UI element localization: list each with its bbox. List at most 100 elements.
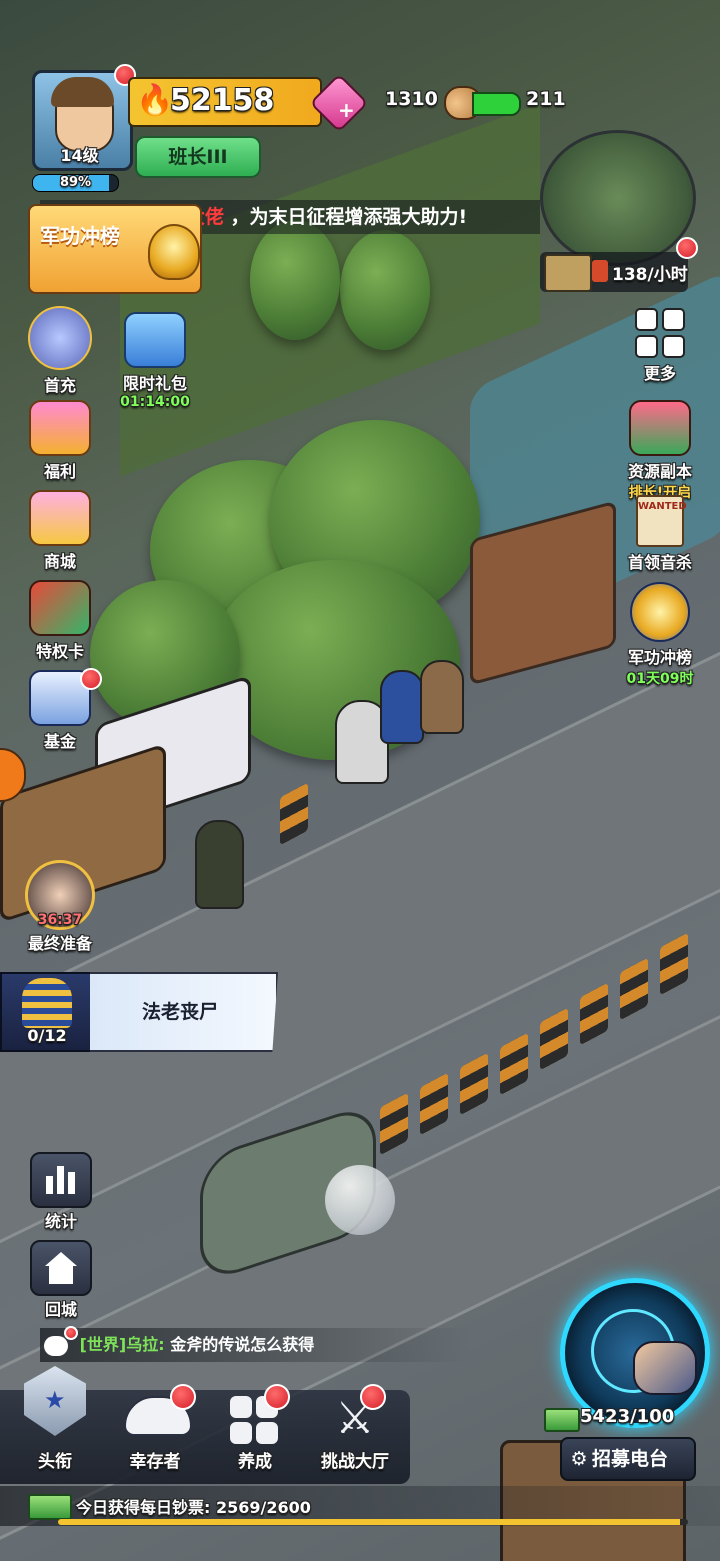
wood-bar xyxy=(472,92,521,116)
house-icon xyxy=(30,1240,92,1296)
notification-dot xyxy=(264,1384,290,1410)
gem-count: 1310 xyxy=(385,88,438,110)
return-city-button[interactable]: 回城 xyxy=(30,1240,92,1319)
shop-button[interactable]: 商城 xyxy=(20,490,100,572)
road-barrier xyxy=(420,1072,448,1136)
minimap[interactable] xyxy=(540,130,696,266)
daily-cash-label: 今日获得每日钞票: xyxy=(76,1498,211,1517)
zombie-character[interactable] xyxy=(195,820,244,909)
survivor-character[interactable] xyxy=(420,660,464,734)
stats-button[interactable]: 统计 xyxy=(30,1152,92,1231)
wood-count: 211 xyxy=(526,88,566,110)
nav-survivor-label: 幸存者 xyxy=(129,1452,181,1472)
chat-channel: [世界] xyxy=(79,1335,127,1354)
rank-badge[interactable]: 班长III xyxy=(135,136,261,178)
tree xyxy=(340,230,430,350)
card-icon xyxy=(29,580,91,636)
nav-develop-label: 养成 xyxy=(238,1452,272,1472)
barrel-icon xyxy=(592,260,608,282)
ranking-banner[interactable]: 军功冲榜 xyxy=(28,204,202,294)
daily-progress-track xyxy=(58,1519,688,1525)
road-barrier xyxy=(380,1092,408,1156)
more-button[interactable]: 更多 xyxy=(620,308,700,384)
daily-cash-text: 今日获得每日钞票: 2569/2600 xyxy=(76,1494,311,1518)
balloon-gift-icon xyxy=(29,400,91,456)
gift-pack-icon xyxy=(124,312,186,368)
grid-icon xyxy=(635,308,685,358)
ranking-label: 军功冲榜 xyxy=(627,648,692,667)
money-stack-icon xyxy=(28,1494,72,1520)
road-barrier xyxy=(660,932,688,996)
nav-challenge-label: 挑战大厅 xyxy=(321,1452,389,1472)
ranking-button[interactable]: 军功冲榜 01天09时 xyxy=(620,582,700,688)
daily-cash-value: 2569/2600 xyxy=(215,1498,311,1517)
player-level: 14级 xyxy=(60,146,99,165)
gem-plus-icon[interactable]: + xyxy=(338,98,355,122)
chat-bubble-icon xyxy=(44,1335,68,1356)
notification-dot xyxy=(170,1384,196,1410)
announcement-suffix: ，为末日征程增添强大助力! xyxy=(230,206,468,228)
notification-dot xyxy=(676,237,698,259)
first-charge-label: 首充 xyxy=(43,376,76,395)
boss-kill-button[interactable]: WANTED 首领音杀 xyxy=(620,495,700,573)
recruit-radio-label: 招募电台 xyxy=(592,1448,669,1470)
joystick-knob[interactable] xyxy=(325,1165,395,1235)
mech-icon xyxy=(28,306,92,370)
rank-title: 班长III xyxy=(168,146,228,168)
resource-dungeon-button[interactable]: 资源副本 排长!开启 xyxy=(620,400,700,502)
exp-bar: 89% xyxy=(32,174,119,192)
road-barrier xyxy=(580,982,608,1046)
daily-cash-bar: 今日获得每日钞票: 2569/2600 xyxy=(0,1486,720,1526)
boss-kill-label: 首领音杀 xyxy=(627,553,692,572)
medal-icon xyxy=(148,224,200,280)
welfare-button[interactable]: 福利 xyxy=(20,400,100,482)
final-prep-timer: 36:37 xyxy=(37,912,83,928)
survivor-character[interactable] xyxy=(380,670,424,744)
quest-portrait: 0/12 xyxy=(0,972,94,1052)
more-label: 更多 xyxy=(643,364,676,383)
avatar-hair xyxy=(51,77,114,107)
chat-message: 金斧的传说怎么获得 xyxy=(170,1335,315,1354)
privilege-card-label: 特权卡 xyxy=(35,642,84,661)
privilege-card-button[interactable]: 特权卡 xyxy=(20,580,100,662)
notification-dot xyxy=(80,668,102,690)
road-barrier xyxy=(280,782,308,846)
banner-label: 军功冲榜 xyxy=(40,224,120,248)
recruit-radio-button[interactable]: ⚙ 招募电台 xyxy=(560,1437,696,1481)
shield-medal-icon xyxy=(630,582,690,642)
tree xyxy=(250,220,340,340)
quest-progress: 0/12 xyxy=(27,1026,67,1045)
flame-icon: 🔥 xyxy=(136,83,174,118)
notification-dot xyxy=(360,1384,386,1410)
quest-panel[interactable]: 0/12 法老丧尸 xyxy=(0,972,280,1052)
quest-target: 法老丧尸 xyxy=(141,1001,218,1023)
wanted-poster-text: WANTED xyxy=(638,501,687,512)
bar-chart-icon xyxy=(30,1152,92,1208)
fund-label: 基金 xyxy=(43,732,76,751)
limited-pack-label: 限时礼包 xyxy=(122,374,187,393)
nav-title[interactable]: ★ 头衔 xyxy=(10,1366,100,1484)
glove-hand-icon xyxy=(633,1341,697,1395)
resource-pile-icon xyxy=(629,400,691,456)
exp-label: 89% xyxy=(59,175,92,190)
production-panel[interactable]: 138/小时 xyxy=(540,252,688,292)
chat-sender: 乌拉: xyxy=(126,1335,165,1354)
stats-label: 统计 xyxy=(44,1212,77,1231)
money-stack-icon xyxy=(544,1408,580,1432)
production-rate: 138/小时 xyxy=(612,265,688,285)
welfare-label: 福利 xyxy=(43,462,76,481)
road-barrier xyxy=(500,1032,528,1096)
chat-bar[interactable]: [世界]乌拉: 金斧的传说怎么获得 xyxy=(40,1328,470,1362)
road-barrier xyxy=(620,957,648,1021)
power-panel[interactable]: 🔥 52158 xyxy=(128,77,322,127)
nav-challenge[interactable]: ⚔ 挑战大厅 xyxy=(305,1390,405,1484)
return-city-label: 回城 xyxy=(44,1300,77,1319)
limited-pack-button[interactable]: 限时礼包 01:14:00 xyxy=(115,312,195,410)
ranking-timer: 01天09时 xyxy=(626,671,694,687)
notification-dot xyxy=(64,1326,78,1340)
first-charge-button[interactable]: 首充 xyxy=(20,306,100,396)
road-barrier xyxy=(460,1052,488,1116)
wanted-poster-icon: WANTED xyxy=(636,495,687,547)
resource-dungeon-label: 资源副本 xyxy=(627,462,692,481)
final-prep-button[interactable]: 36:37 最终准备 xyxy=(20,860,100,954)
